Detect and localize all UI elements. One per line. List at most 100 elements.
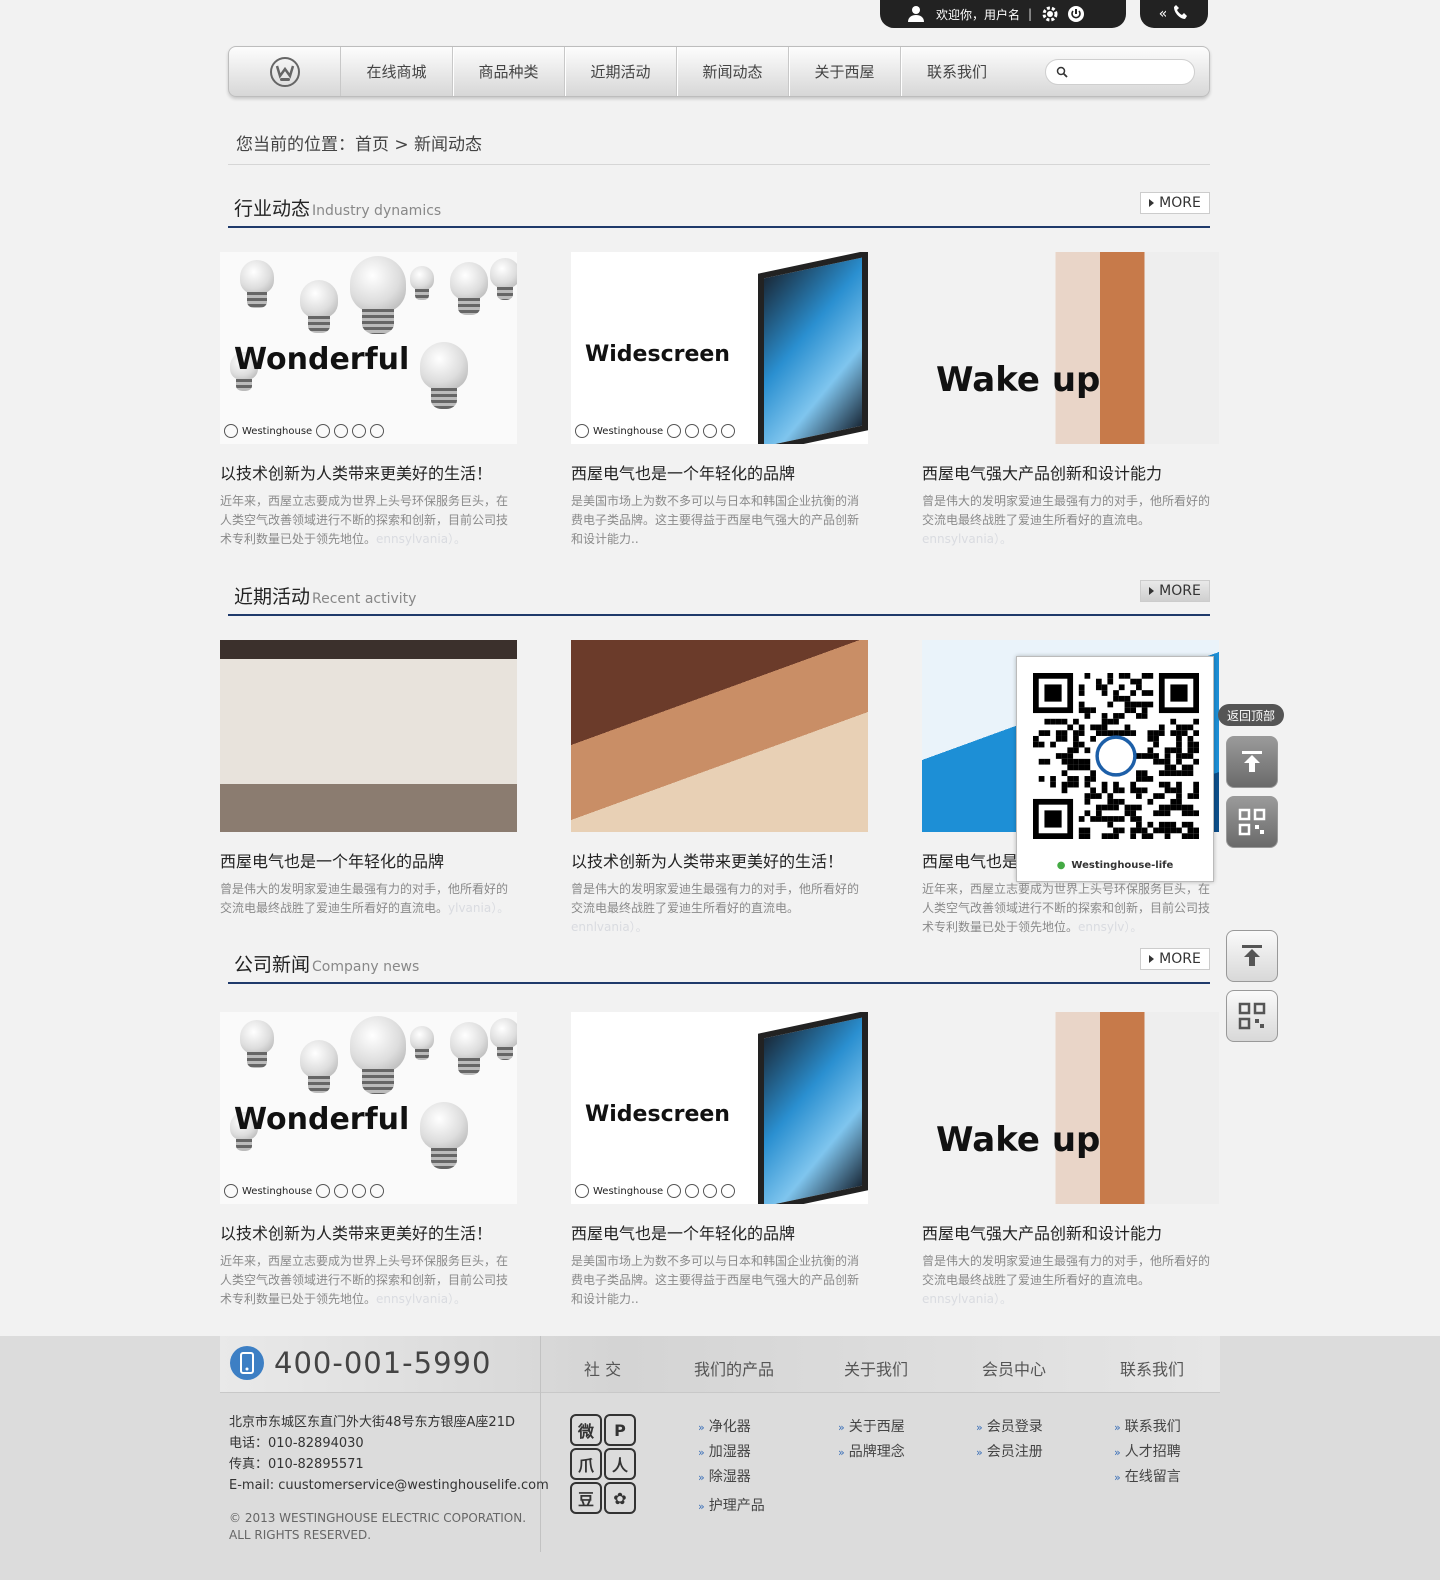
news-thumbnail[interactable]: Wonderful Westinghouse bbox=[220, 252, 517, 444]
more-button[interactable]: MORE bbox=[1140, 192, 1210, 214]
bulb-graphic bbox=[350, 1016, 406, 1095]
logo[interactable] bbox=[229, 47, 341, 96]
footer-link[interactable]: 会员登录 bbox=[987, 1419, 1043, 1435]
footer-link[interactable]: 品牌理念 bbox=[849, 1444, 905, 1460]
more-button[interactable]: MORE bbox=[1140, 948, 1210, 970]
renren-icon[interactable]: 人 bbox=[604, 1448, 636, 1480]
footer-link[interactable]: 关于西屋 bbox=[849, 1419, 905, 1435]
section-title: 近期活动 bbox=[234, 586, 311, 608]
footer-link[interactable]: 净化器 bbox=[709, 1419, 751, 1435]
wechat-icon: ● bbox=[1056, 860, 1066, 871]
news-title[interactable]: 西屋电气也是一个年轻化的品牌 bbox=[220, 848, 520, 872]
arrow-up-icon bbox=[1242, 945, 1262, 966]
westinghouse-logo-icon bbox=[575, 1184, 589, 1198]
more-button[interactable]: MORE bbox=[1140, 580, 1210, 602]
footer-link[interactable]: 护理产品 bbox=[709, 1498, 765, 1514]
double-arrow-icon: » bbox=[1114, 1446, 1121, 1459]
news-card[interactable]: 西屋电气也是一个年轻化的品牌 曾是伟大的发明家爱迪生最强有力的对手，他所看好的交流… bbox=[220, 640, 520, 918]
collapse-icon[interactable]: « bbox=[1159, 6, 1168, 22]
bulb-graphic bbox=[300, 280, 338, 334]
news-card[interactable]: Wonderful Westinghouse 以技术创新为人类带来更美好的生活！ 近年… bbox=[220, 252, 520, 549]
back-to-top-button[interactable] bbox=[1226, 736, 1278, 788]
pinterest-icon[interactable]: P bbox=[604, 1414, 636, 1446]
footer-link[interactable]: 人才招聘 bbox=[1125, 1444, 1181, 1460]
nav-recent-activity[interactable]: 近期活动 bbox=[565, 47, 677, 96]
brand-text: Westinghouse bbox=[242, 1185, 313, 1197]
power-icon[interactable] bbox=[1066, 4, 1086, 24]
feature-icon bbox=[334, 1184, 349, 1198]
nav-about[interactable]: 关于西屋 bbox=[789, 47, 901, 96]
search-input[interactable] bbox=[1074, 61, 1184, 82]
nav-online-mall[interactable]: 在线商城 bbox=[341, 47, 453, 96]
welcome-text[interactable]: 欢迎你，用户名 bbox=[936, 6, 1020, 23]
bulb-graphic bbox=[240, 1020, 274, 1068]
weibo-icon[interactable]: 微 bbox=[570, 1414, 602, 1446]
call-bar: « bbox=[1140, 0, 1208, 28]
footer-link[interactable]: 联系我们 bbox=[1125, 1419, 1181, 1435]
news-title[interactable]: 以技术创新为人类带来更美好的生活！ bbox=[220, 460, 520, 484]
qr-button-2[interactable] bbox=[1226, 990, 1278, 1042]
email[interactable]: E-mail: cuustomerservice@westinghouselif… bbox=[229, 1475, 549, 1496]
douban-icon[interactable]: 豆 bbox=[570, 1482, 602, 1514]
tv-graphic bbox=[758, 252, 868, 444]
arrow-up-icon bbox=[1242, 751, 1262, 772]
feature-icon bbox=[316, 1184, 331, 1198]
feature-icon bbox=[370, 424, 385, 438]
news-card[interactable]: Widescreen Westinghouse 西屋电气也是一个年轻化的品牌 是美国市… bbox=[571, 252, 871, 549]
back-to-top-button-2[interactable] bbox=[1226, 930, 1278, 982]
kaixin-icon[interactable]: ✿ bbox=[604, 1482, 636, 1514]
footer-link[interactable]: 在线留言 bbox=[1125, 1469, 1181, 1485]
feature-icon bbox=[334, 424, 349, 438]
footer-link[interactable]: 除湿器 bbox=[709, 1469, 751, 1485]
footer-link[interactable]: 加湿器 bbox=[709, 1444, 751, 1460]
news-thumbnail[interactable]: Widescreen Westinghouse bbox=[571, 1012, 868, 1204]
section-activity-header: 近期活动 Recent activity MORE bbox=[228, 580, 1210, 616]
section-title: 行业动态 bbox=[234, 198, 311, 220]
brand-row: Westinghouse bbox=[575, 1184, 736, 1198]
news-card[interactable]: 以技术创新为人类带来更美好的生活！ 曾是伟大的发明家爱迪生最强有力的对手，他所看好… bbox=[571, 640, 871, 937]
news-card[interactable]: Wake up 西屋电气强大产品创新和设计能力 曾是伟大的发明家爱迪生最强有力的对手… bbox=[922, 1012, 1222, 1309]
news-thumbnail[interactable] bbox=[571, 640, 868, 832]
baidu-icon[interactable]: 爪 bbox=[570, 1448, 602, 1480]
news-title[interactable]: 以技术创新为人类带来更美好的生活！ bbox=[220, 1220, 520, 1244]
westinghouse-logo-icon bbox=[224, 424, 238, 438]
section-subtitle: Recent activity bbox=[312, 591, 417, 607]
news-card[interactable]: Widescreen Westinghouse 西屋电气也是一个年轻化的品牌 是美国市… bbox=[571, 1012, 871, 1309]
bulb-graphic bbox=[490, 258, 517, 300]
news-card[interactable]: Wonderful Westinghouse 以技术创新为人类带来更美好的生活！ 近年… bbox=[220, 1012, 520, 1309]
section-company-news-header: 公司新闻 Company news MORE bbox=[228, 948, 1210, 984]
footer-link[interactable]: 会员注册 bbox=[987, 1444, 1043, 1460]
gear-icon[interactable] bbox=[1040, 4, 1060, 24]
double-arrow-icon: » bbox=[1114, 1471, 1121, 1484]
news-thumbnail[interactable]: Wake up bbox=[922, 1012, 1219, 1204]
news-title[interactable]: 以技术创新为人类带来更美好的生活！ bbox=[571, 848, 871, 872]
user-icon[interactable] bbox=[906, 4, 926, 24]
news-card[interactable]: Wake up 西屋电气强大产品创新和设计能力 曾是伟大的发明家爱迪生最强有力的对手… bbox=[922, 252, 1222, 549]
news-title[interactable]: 西屋电气也是一个年轻化的品牌 bbox=[571, 460, 871, 484]
news-title[interactable]: 西屋电气强大产品创新和设计能力 bbox=[922, 1220, 1222, 1244]
double-arrow-icon: » bbox=[838, 1446, 845, 1459]
news-title[interactable]: 西屋电气强大产品创新和设计能力 bbox=[922, 460, 1222, 484]
news-thumbnail[interactable]: Widescreen Westinghouse bbox=[571, 252, 868, 444]
nav-categories[interactable]: 商品种类 bbox=[453, 47, 565, 96]
qr-icon bbox=[1238, 1002, 1266, 1030]
phone-icon[interactable] bbox=[1173, 4, 1189, 24]
double-arrow-icon: » bbox=[976, 1446, 983, 1459]
news-thumbnail[interactable] bbox=[220, 640, 517, 832]
double-arrow-icon: » bbox=[698, 1500, 705, 1513]
feature-icon bbox=[721, 1184, 736, 1198]
news-thumbnail[interactable]: Wonderful Westinghouse bbox=[220, 1012, 517, 1204]
feature-icon bbox=[685, 1184, 700, 1198]
arrow-right-icon bbox=[1149, 587, 1155, 595]
brand-text: Westinghouse bbox=[593, 1185, 664, 1197]
qr-button[interactable] bbox=[1226, 796, 1278, 848]
feature-icon bbox=[352, 424, 367, 438]
nav-contact[interactable]: 联系我们 bbox=[901, 47, 1013, 96]
address: 北京市东城区东直门外大街48号东方银座A座21D bbox=[229, 1415, 515, 1430]
bulb-graphic bbox=[410, 1026, 434, 1060]
news-thumbnail[interactable]: Wake up bbox=[922, 252, 1219, 444]
mobile-phone-icon bbox=[230, 1346, 264, 1380]
news-title[interactable]: 西屋电气也是一个年轻化的品牌 bbox=[571, 1220, 871, 1244]
search-icon[interactable] bbox=[1056, 66, 1068, 78]
nav-news[interactable]: 新闻动态 bbox=[677, 47, 789, 96]
